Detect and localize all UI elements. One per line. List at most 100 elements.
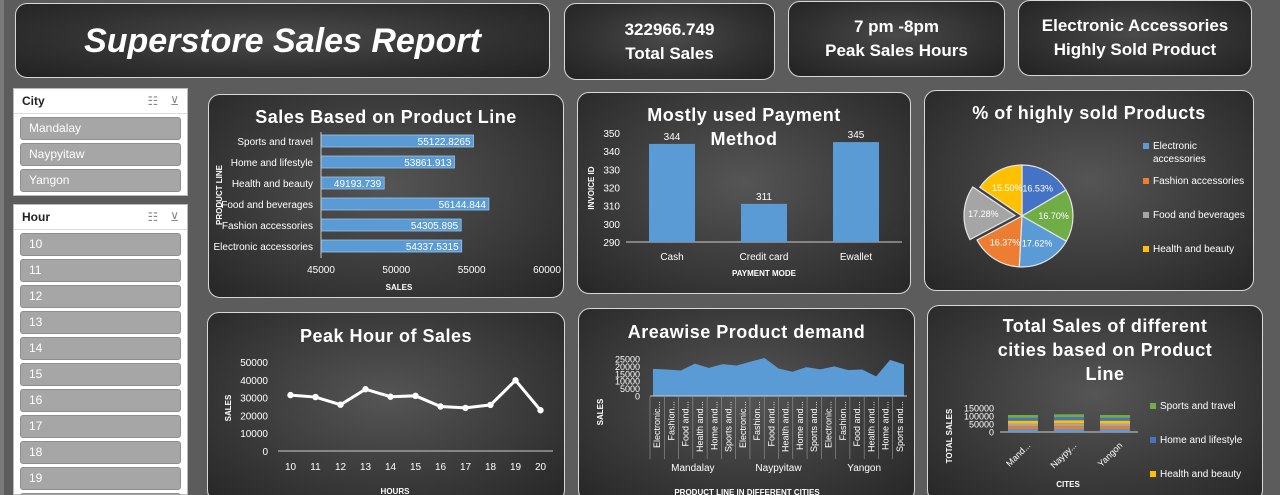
slice-label: 17.62%	[1022, 239, 1053, 249]
slice-label: 17.28%	[968, 209, 999, 219]
group-label: Mandalay	[671, 463, 714, 474]
tick-label: 10000	[240, 429, 268, 440]
product-line-chart-panel: Sales Based on Product Line Sports and t…	[208, 94, 564, 298]
data-point	[512, 377, 519, 384]
tick-label: 20000	[240, 411, 268, 422]
category-label: Home and...	[881, 401, 891, 450]
pie-chart-panel: % of highly sold Products 16.53% 16.70% 17…	[924, 90, 1254, 291]
stacked-segment	[1054, 426, 1084, 430]
slicer-item-hour[interactable]: 10	[20, 233, 181, 256]
stacked-segment	[1008, 423, 1038, 427]
slicer-header: City ☷ ⊻	[14, 89, 187, 114]
category-label: Health and beauty	[232, 179, 313, 190]
area-chart: 0500010000150002000025000Electronic... Fa…	[596, 355, 907, 495]
data-point	[337, 401, 344, 408]
report-title-card: Superstore Sales Report	[15, 3, 550, 78]
bar	[833, 142, 879, 242]
multi-select-icon[interactable]: ☷	[147, 210, 158, 224]
category-label: Electronic accessories	[214, 242, 313, 253]
stacked-segment	[1054, 414, 1084, 418]
category-label: Naypy...	[1048, 440, 1078, 470]
data-label: 55122.8265	[418, 137, 471, 148]
stacked-segment	[1100, 423, 1130, 427]
slice-label: 16.53%	[1022, 184, 1053, 194]
legend-swatch	[1150, 437, 1156, 443]
legend-label: Fashion accessories	[1153, 176, 1244, 187]
category-label: Home and...	[795, 401, 805, 450]
category-label: Home and...	[709, 401, 719, 450]
stacked-segment	[1100, 426, 1130, 430]
data-point	[387, 393, 394, 400]
tick-label: 310	[603, 202, 620, 213]
tick-label: 30000	[240, 394, 268, 405]
group-label: Yangon	[847, 463, 881, 474]
slicer-item-mandalay[interactable]: Mandalay	[20, 117, 181, 140]
slicer-item-hour[interactable]: 11	[20, 259, 181, 282]
kpi-value: Electronic Accessories	[1041, 16, 1229, 35]
category-label: Fashion accessories	[222, 221, 313, 232]
category-label: Yangon	[1096, 440, 1125, 469]
slicer-item-naypyitaw[interactable]: Naypyitaw	[20, 143, 181, 166]
category-label: Fashion...	[752, 401, 762, 441]
group-label: Naypyitaw	[755, 463, 802, 474]
slicer-item-hour[interactable]: 17	[20, 415, 181, 438]
stacked-segment	[1008, 420, 1038, 424]
tick-label: 55000	[458, 265, 486, 276]
window-edge	[0, 0, 4, 495]
category-label: Electronic...	[738, 401, 748, 448]
slicer-header: Hour ☷ ⊻	[14, 205, 187, 230]
clear-filter-icon[interactable]: ⊻	[170, 94, 179, 108]
stacked-segment	[1008, 429, 1038, 432]
slicer-item-hour[interactable]: 15	[20, 363, 181, 386]
multi-select-icon[interactable]: ☷	[147, 94, 158, 108]
clear-filter-icon[interactable]: ⊻	[170, 210, 179, 224]
tick-label: 25000	[615, 355, 640, 365]
tick-label: 16	[435, 462, 447, 473]
tick-label: 150000	[964, 404, 994, 414]
slicer-item-yangon[interactable]: Yangon	[20, 169, 181, 192]
peak-hour-chart-panel: Peak Hour of Sales 0 10000 20000 30000 40000…	[207, 312, 565, 495]
category-label: Cash	[660, 252, 683, 263]
slicer-item-hour[interactable]: 18	[20, 441, 181, 464]
y-axis-label: INVOICE ID	[587, 166, 596, 209]
data-point	[362, 386, 369, 393]
category-label: Sports and...	[724, 401, 734, 452]
slicer-item-hour[interactable]: 12	[20, 285, 181, 308]
category-label: Sports and...	[809, 401, 819, 452]
legend-swatch	[1150, 471, 1156, 477]
tick-label: 13	[360, 462, 372, 473]
stacked-segment	[1054, 420, 1084, 424]
legend-swatch	[1143, 178, 1149, 184]
kpi-value: 322966.749	[624, 19, 715, 39]
slicer-item-hour[interactable]: 14	[20, 337, 181, 360]
category-label: Food and...	[681, 401, 691, 447]
report-title: Superstore Sales Report	[84, 21, 481, 60]
tick-label: 350	[603, 129, 620, 140]
dashboard: Superstore Sales Report 322966.749 Total…	[0, 0, 1280, 495]
y-axis-label: SALES	[224, 394, 233, 421]
category-label: Fashion...	[838, 401, 848, 441]
stacked-segment	[1100, 415, 1130, 418]
data-label: 56144.844	[439, 200, 487, 211]
stacked-segment	[1054, 429, 1084, 432]
legend-label: Electronic	[1153, 141, 1197, 152]
tick-label: 0	[262, 447, 268, 458]
data-label: 311	[756, 192, 772, 203]
slicer-item-hour[interactable]: 13	[20, 311, 181, 334]
category-label: Health and...	[695, 401, 705, 452]
data-label: 344	[664, 132, 681, 143]
legend-swatch	[1143, 212, 1149, 218]
city-sales-chart: 050000100000150000Mand... Naypy... YangonC…	[945, 401, 1243, 489]
stacked-segment	[1008, 415, 1038, 418]
slicer-item-hour[interactable]: 16	[20, 389, 181, 412]
data-point	[487, 401, 494, 409]
slicer-title: Hour	[22, 210, 50, 224]
stacked-segment	[1054, 417, 1084, 421]
data-label: 53861.913	[404, 158, 452, 169]
x-axis-label: CITES	[1056, 480, 1080, 489]
tick-label: 60000	[533, 265, 561, 276]
kpi-top-product: Electronic Accessories Highly Sold Produ…	[1018, 0, 1252, 76]
category-label: Ewallet	[840, 252, 872, 263]
payment-chart-panel: Mostly used Payment Method 290 300 310 320 3…	[577, 92, 911, 294]
slicer-item-hour[interactable]: 19	[20, 467, 181, 490]
